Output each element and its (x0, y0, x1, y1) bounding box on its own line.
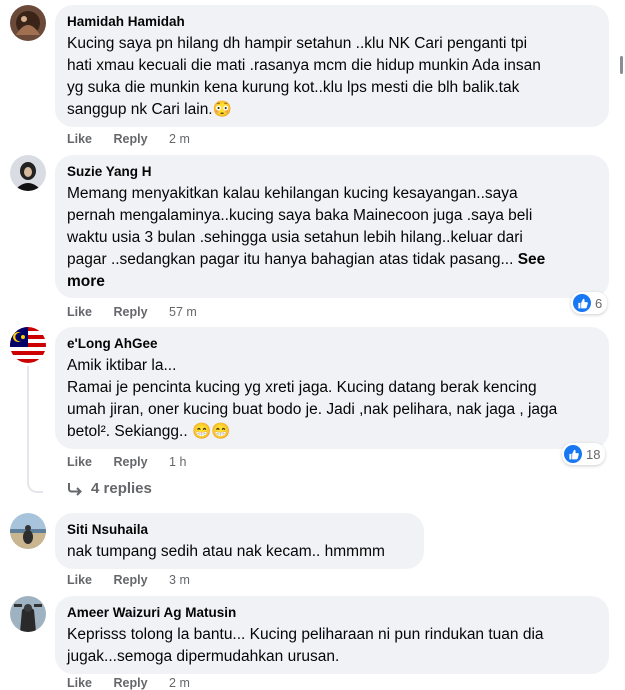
reply-arrow-icon (68, 482, 82, 496)
comment-author[interactable]: e'Long AhGee (67, 335, 597, 353)
comment-text-body: Memang menyakitkan kalau kehilangan kuci… (67, 185, 533, 268)
reaction-number: 18 (586, 446, 601, 462)
avatar[interactable] (10, 155, 46, 191)
like-button[interactable]: Like (67, 132, 92, 146)
scrollbar-thumb[interactable] (620, 56, 623, 74)
comment-text: nak tumpang sedih atau nak kecam.. hmmmm (67, 543, 385, 560)
replies-label: 4 replies (91, 480, 152, 497)
avatar[interactable] (10, 596, 46, 632)
thumbs-up-icon (573, 294, 591, 312)
comment-bubble: Siti Nsuhaila nak tumpang sedih atau nak… (55, 513, 424, 569)
timestamp[interactable]: 2 m (169, 132, 190, 146)
comment-text: Memang menyakitkan kalau kehilangan kuci… (67, 183, 597, 293)
comment-bubble: Ameer Waizuri Ag Matusin Keprisss tolong… (55, 596, 609, 674)
timestamp[interactable]: 1 h (169, 455, 186, 469)
reply-button[interactable]: Reply (114, 455, 148, 469)
comment-author[interactable]: Siti Nsuhaila (67, 521, 412, 539)
comment-text: Kucing saya pn hilang dh hampir setahun … (67, 35, 541, 118)
avatar[interactable] (10, 327, 46, 363)
comment-bubble: Hamidah Hamidah Kucing saya pn hilang dh… (55, 5, 609, 127)
reaction-count[interactable]: 6 (571, 292, 608, 314)
thumbs-up-icon (564, 445, 582, 463)
timestamp[interactable]: 3 m (169, 573, 190, 587)
comment-author[interactable]: Ameer Waizuri Ag Matusin (67, 604, 597, 622)
view-replies-button[interactable]: 4 replies (67, 480, 152, 497)
reply-button[interactable]: Reply (114, 676, 148, 690)
comment-actions: Like Reply 57 m (67, 305, 215, 319)
avatar[interactable] (10, 5, 46, 41)
avatar[interactable] (10, 513, 46, 549)
like-button[interactable]: Like (67, 676, 92, 690)
timestamp[interactable]: 57 m (169, 305, 197, 319)
comment-author[interactable]: Suzie Yang H (67, 163, 597, 181)
like-button[interactable]: Like (67, 573, 92, 587)
comment-bubble: Suzie Yang H Memang menyakitkan kalau ke… (55, 155, 609, 298)
reaction-number: 6 (595, 295, 603, 311)
comment-author[interactable]: Hamidah Hamidah (67, 13, 597, 31)
comment-actions: Like Reply 2 m (67, 676, 208, 690)
comment-actions: Like Reply 1 h (67, 455, 204, 469)
reply-button[interactable]: Reply (114, 305, 148, 319)
timestamp[interactable]: 2 m (169, 676, 190, 690)
like-button[interactable]: Like (67, 305, 92, 319)
comment-actions: Like Reply 3 m (67, 573, 208, 587)
like-button[interactable]: Like (67, 455, 92, 469)
reply-button[interactable]: Reply (114, 573, 148, 587)
reaction-count[interactable]: 18 (562, 443, 606, 465)
comment-actions: Like Reply 2 m (67, 132, 208, 146)
comment-bubble: e'Long AhGee Amik iktibar la... Ramai je… (55, 327, 609, 449)
thread-line (27, 366, 43, 493)
reply-button[interactable]: Reply (114, 132, 148, 146)
comment-text: Amik iktibar la... Ramai je pencinta kuc… (67, 357, 558, 440)
comment-text: Keprisss tolong la bantu... Kucing pelih… (67, 626, 544, 665)
